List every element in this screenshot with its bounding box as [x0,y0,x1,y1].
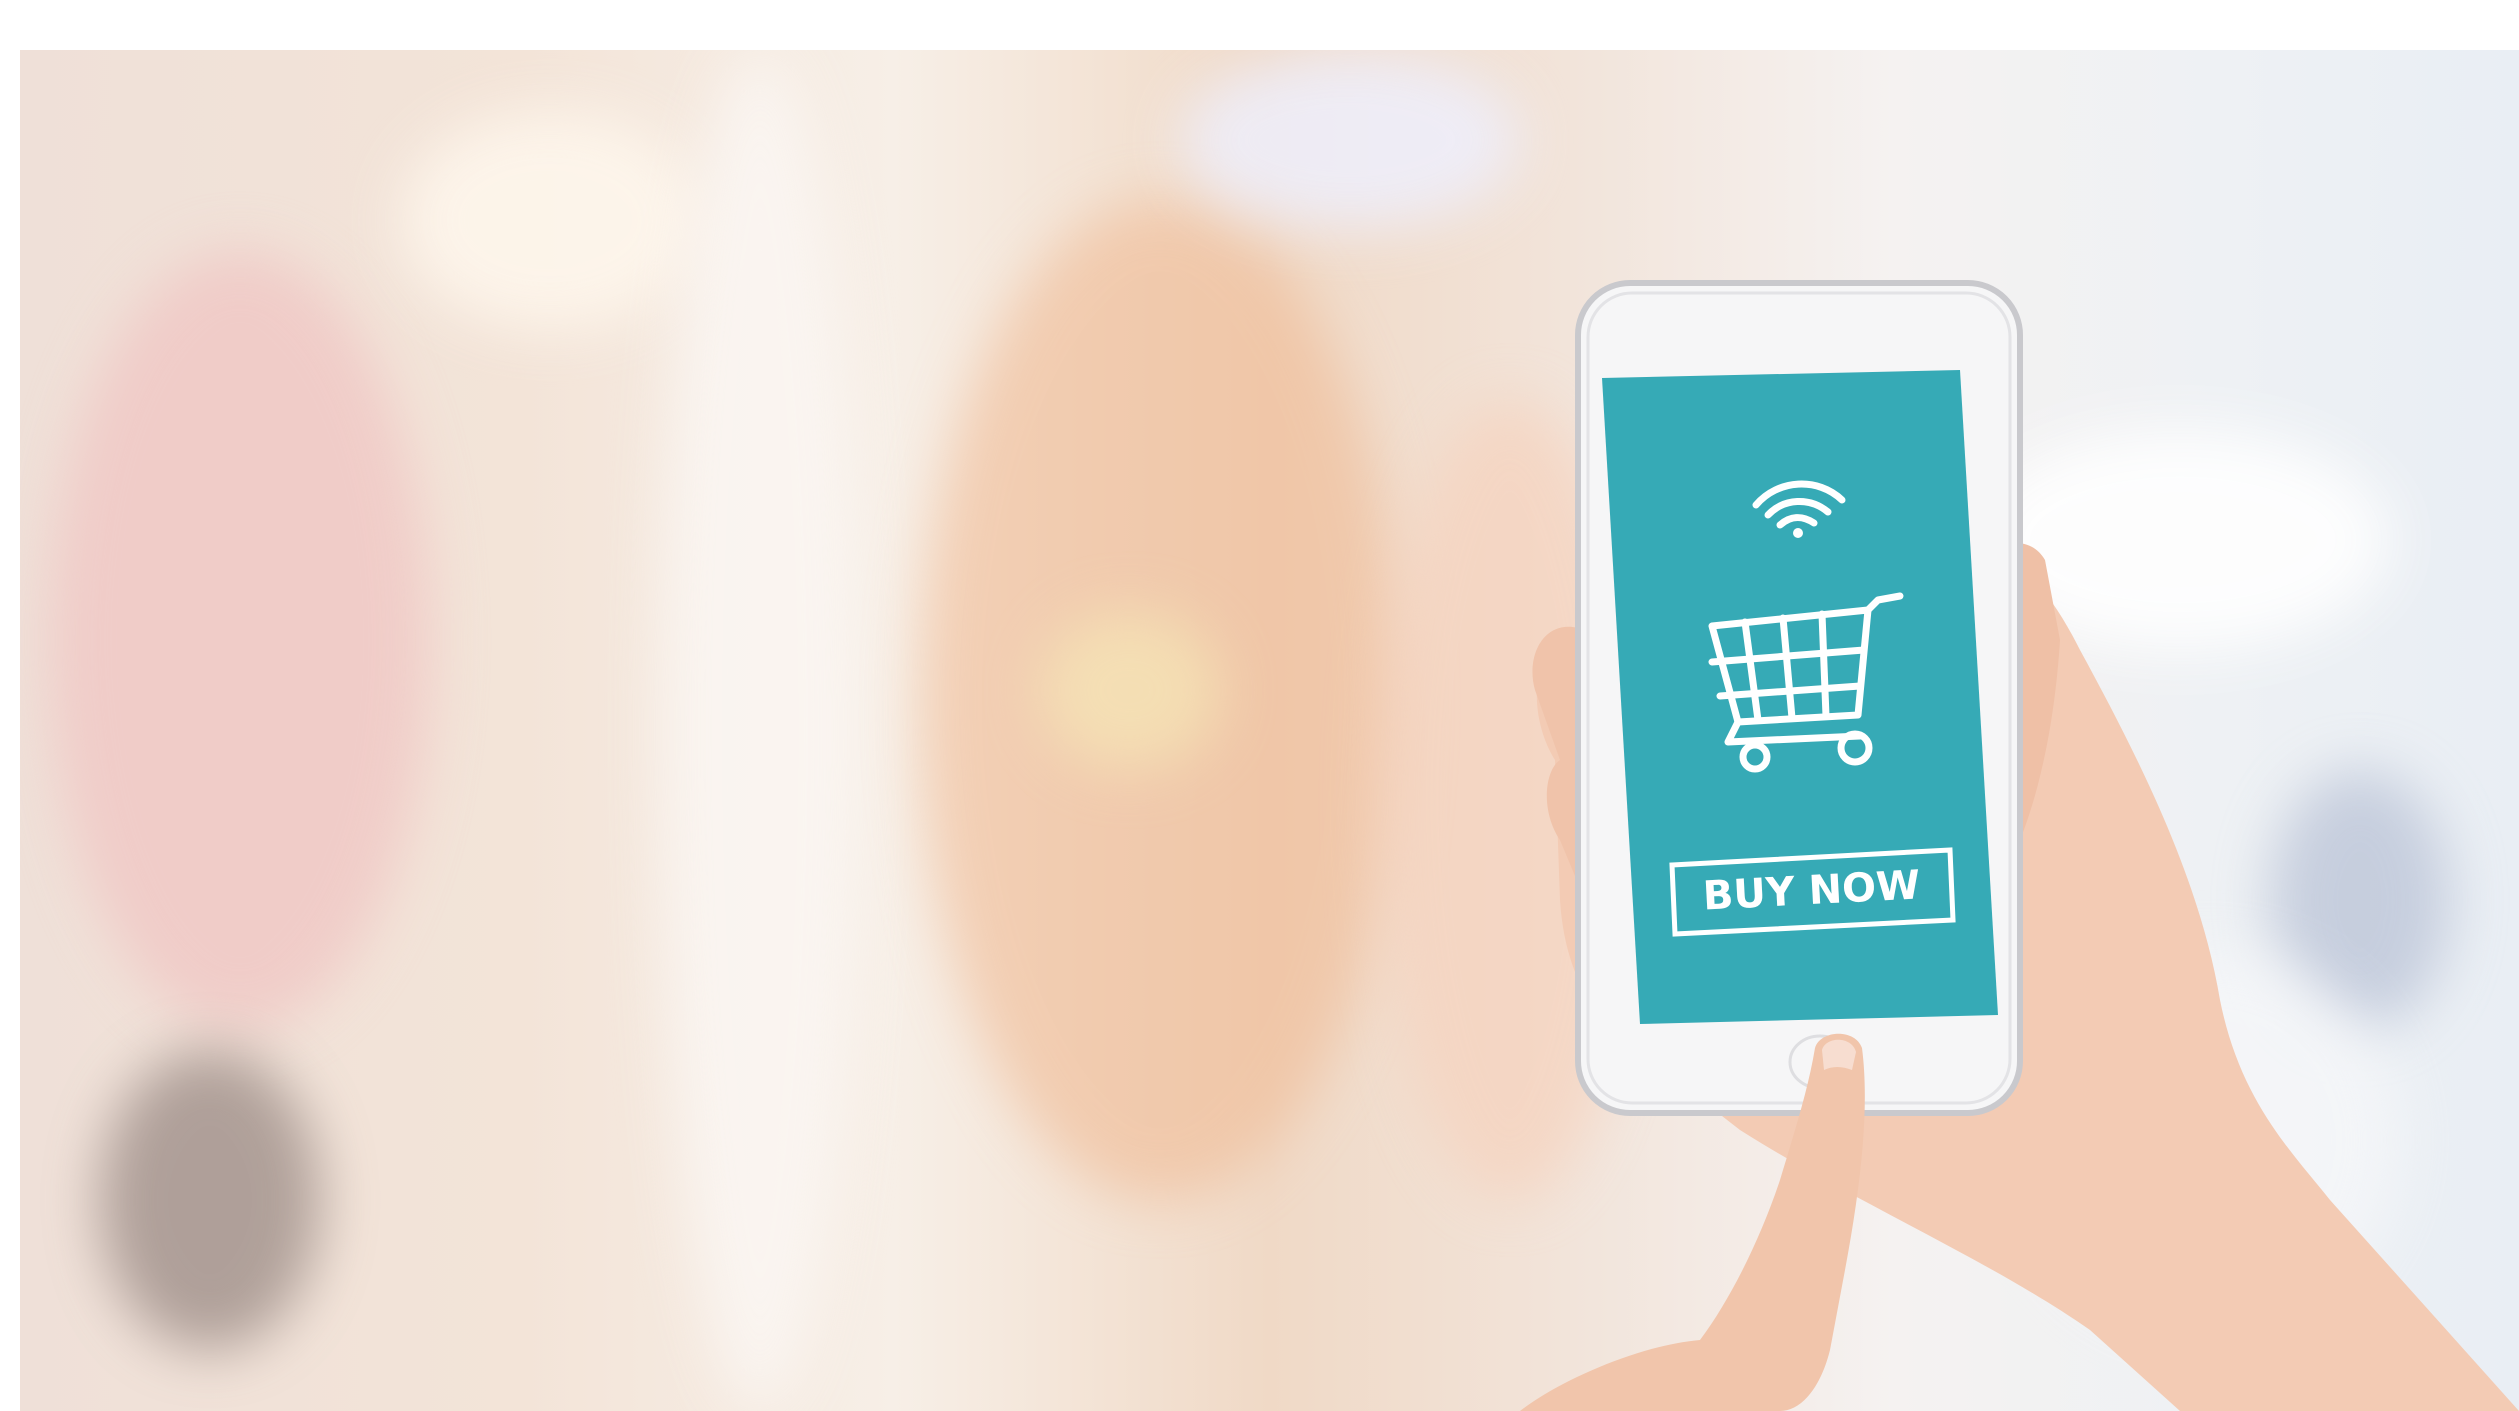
phone-scene: BUY NOW [1520,280,2519,1411]
fingernail [1822,1039,1856,1070]
